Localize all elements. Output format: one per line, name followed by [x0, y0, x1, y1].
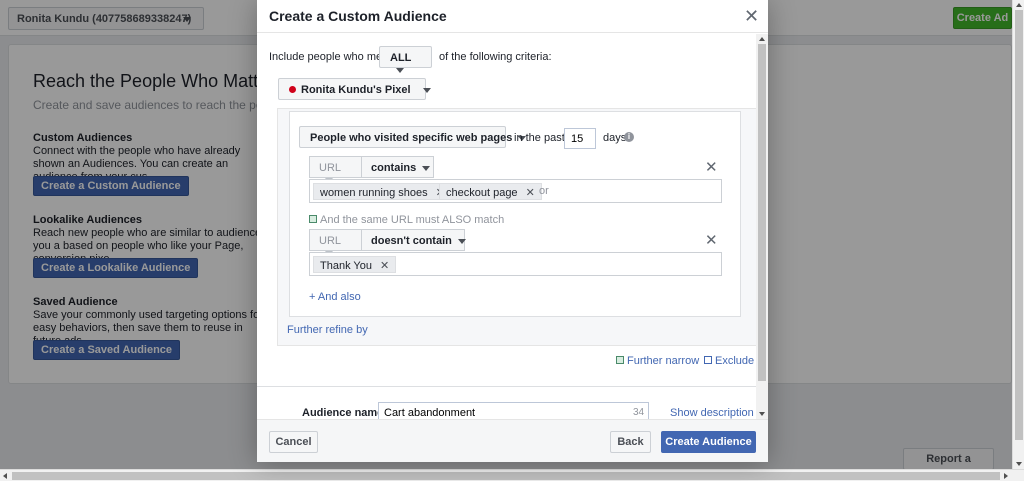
audience-name-input[interactable] — [378, 402, 649, 419]
dialog-footer: Cancel Back Create Audience — [257, 419, 768, 462]
keyword-token-label: Thank You — [320, 260, 372, 272]
audience-name-label: Audience name — [302, 407, 384, 419]
same-url-checkbox[interactable]: And the same URL must ALSO match — [309, 214, 504, 226]
page-horizontal-scrollbar[interactable] — [0, 469, 1024, 481]
include-prefix-text: Include people who meet — [269, 51, 392, 63]
chevron-down-icon — [457, 238, 466, 244]
chevron-down-icon — [396, 67, 404, 73]
scrollbar-thumb[interactable] — [12, 472, 1000, 480]
and-also-link[interactable]: + And also — [309, 291, 361, 303]
keyword-token: checkout page ✕ — [439, 183, 542, 200]
url-field-value: URL — [319, 162, 342, 174]
scroll-up-arrow-icon[interactable] — [759, 37, 765, 41]
scroll-left-arrow-icon[interactable] — [3, 473, 7, 479]
keyword-token: Thank You ✕ — [313, 256, 397, 273]
close-icon[interactable]: ✕ — [744, 7, 759, 25]
checkbox-icon — [309, 215, 317, 224]
url-field-value: URL — [319, 235, 342, 247]
url-field-select[interactable]: URL — [309, 229, 362, 256]
page-vertical-scrollbar[interactable] — [1012, 0, 1024, 469]
pixel-select[interactable]: Ronita Kundu's Pixel — [278, 78, 431, 100]
operator-value: contains — [371, 162, 417, 174]
section-divider — [257, 386, 756, 387]
rule-container: People who visited specific web pages in… — [277, 108, 757, 346]
url-keywords-input[interactable]: women running shoes✕ checkout page ✕ or — [309, 179, 722, 203]
include-suffix-text: of the following criteria: — [439, 51, 552, 63]
operator-value: doesn't contain — [371, 235, 452, 247]
scrollbar-thumb[interactable] — [1015, 10, 1023, 440]
further-narrow-label: Further narrow — [627, 355, 700, 367]
show-description-link[interactable]: Show description — [670, 407, 754, 419]
operator-select[interactable]: contains — [361, 156, 434, 178]
url-keywords-input[interactable]: Thank You ✕ — [309, 252, 722, 276]
match-type-value: ALL — [390, 52, 412, 64]
dialog-header: Create a Custom Audience ✕ — [257, 0, 768, 33]
url-field-select[interactable]: URL — [309, 156, 362, 183]
keyword-token-label: checkout page — [446, 187, 518, 199]
chevron-down-icon — [422, 165, 431, 171]
scroll-down-arrow-icon[interactable] — [1016, 462, 1022, 466]
keyword-token-label: women running shoes — [320, 187, 428, 199]
char-counter: 34 — [633, 407, 645, 418]
remove-condition-icon[interactable]: ✕ — [705, 231, 718, 249]
operator-select[interactable]: doesn't contain — [361, 229, 466, 251]
days-label: days — [603, 132, 627, 144]
rule-card: People who visited specific web pages in… — [289, 111, 741, 317]
further-narrow-link[interactable]: Further narrow — [616, 355, 699, 367]
remove-token-icon[interactable]: ✕ — [526, 187, 535, 199]
scrollbar-thumb[interactable] — [758, 44, 766, 381]
scroll-up-arrow-icon[interactable] — [1016, 3, 1022, 7]
back-button[interactable]: Back — [610, 431, 651, 453]
dialog-scrollbar[interactable] — [756, 34, 768, 419]
create-audience-button[interactable]: Create Audience — [661, 431, 756, 453]
or-hint: or — [539, 185, 549, 197]
exclude-label: Exclude — [715, 355, 755, 367]
remove-condition-icon[interactable]: ✕ — [705, 158, 718, 176]
narrow-icon — [616, 356, 624, 365]
traffic-type-select[interactable]: People who visited specific web pages — [299, 126, 527, 148]
further-refine-link[interactable]: Further refine by — [287, 324, 368, 336]
scroll-down-arrow-icon[interactable] — [759, 412, 765, 416]
in-the-past-label: in the past — [514, 132, 565, 144]
keyword-token: women running shoes✕ — [313, 183, 452, 200]
exclude-link[interactable]: Exclude — [704, 355, 754, 367]
info-icon[interactable]: i — [624, 132, 634, 142]
dialog-title: Create a Custom Audience — [269, 8, 447, 24]
traffic-type-value: People who visited specific web pages — [310, 132, 513, 144]
chevron-down-icon — [422, 87, 431, 93]
create-custom-audience-dialog: Create a Custom Audience ✕ Include peopl… — [257, 0, 768, 462]
same-url-label: And the same URL must ALSO match — [320, 214, 505, 226]
exclude-icon — [704, 356, 712, 365]
scroll-right-arrow-icon[interactable] — [1004, 473, 1008, 479]
cancel-button[interactable]: Cancel — [269, 431, 318, 453]
pixel-name: Ronita Kundu's Pixel — [301, 84, 411, 96]
dialog-body: Include people who meet ALL of the follo… — [257, 34, 768, 419]
retention-days-input[interactable] — [564, 128, 596, 149]
remove-token-icon[interactable]: ✕ — [380, 260, 389, 272]
pixel-status-dot-icon — [289, 85, 296, 93]
match-type-select[interactable]: ALL — [379, 46, 432, 73]
